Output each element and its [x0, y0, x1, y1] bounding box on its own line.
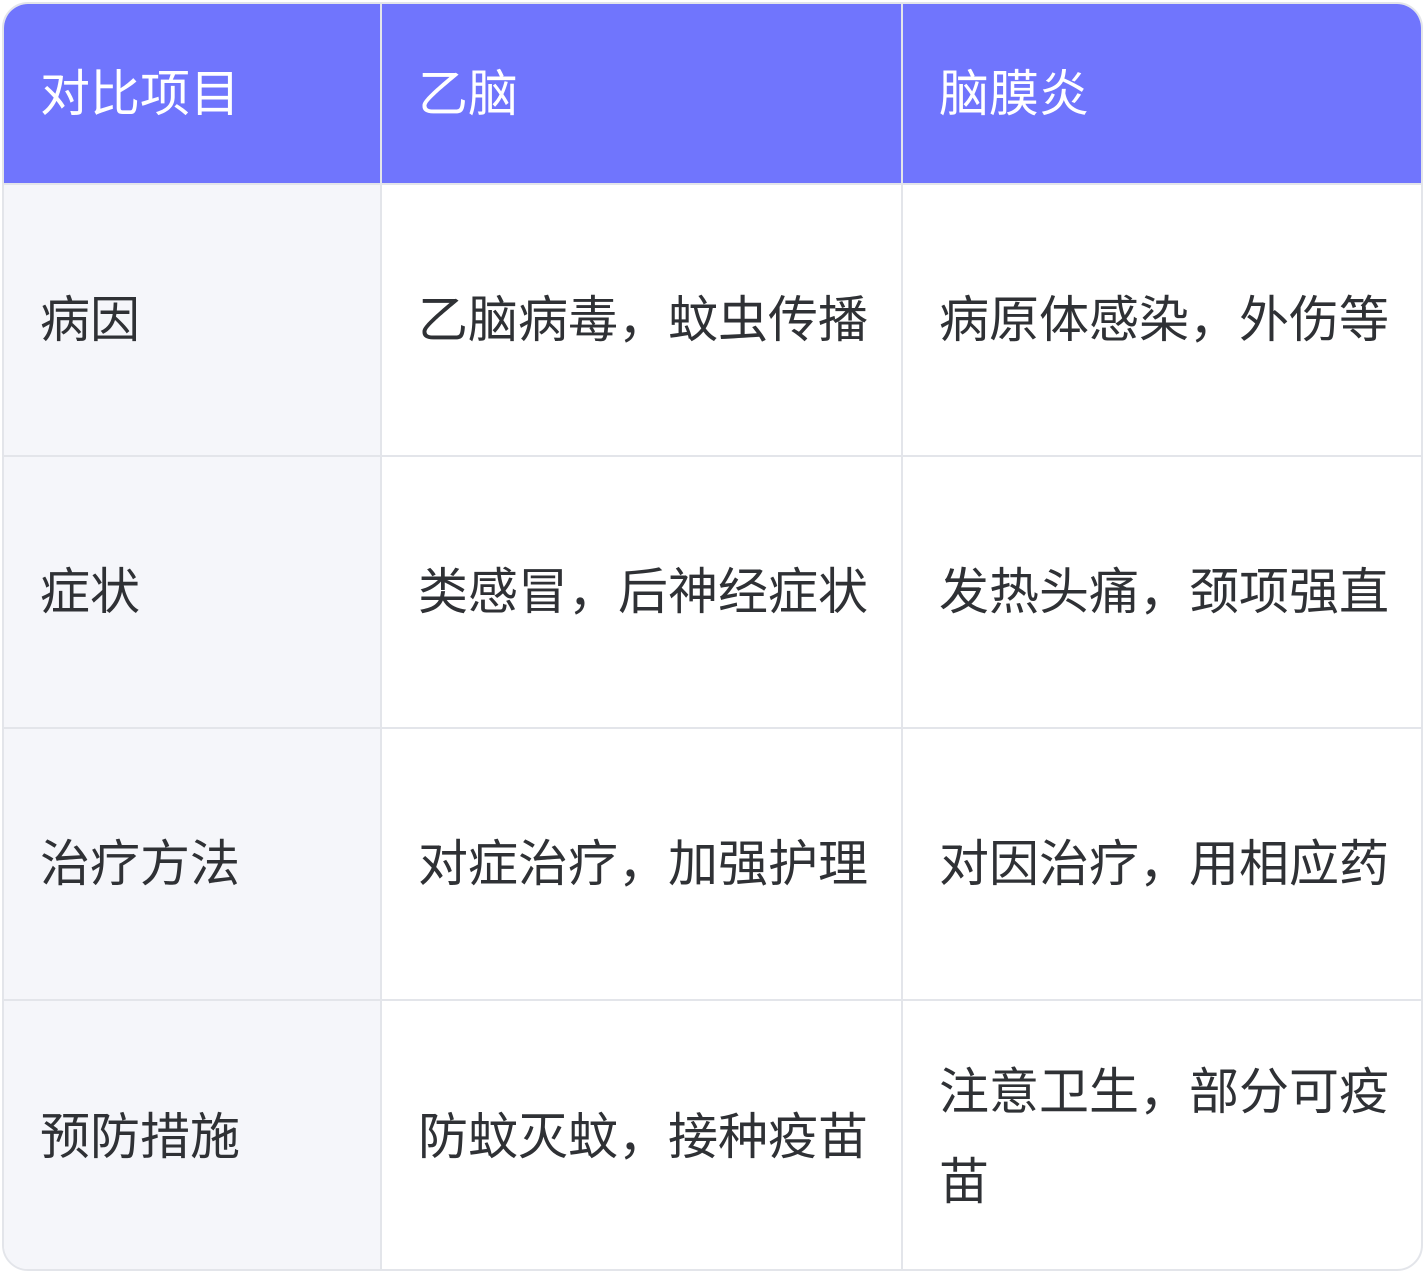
cell-meningitis-symptoms: 发热头痛，颈项强直 — [902, 455, 1421, 728]
cell-meningitis-cause: 病原体感染，外伤等 — [902, 183, 1421, 456]
header-japanese-encephalitis: 乙脑 — [381, 4, 903, 184]
comparison-table-container: 对比项目 乙脑 脑膜炎 病因 乙脑病毒，蚊虫传播 病原体感染，外伤等 症状 类感… — [2, 2, 1423, 1271]
row-label-prevention: 预防措施 — [4, 999, 382, 1269]
table-row: 症状 类感冒，后神经症状 发热头痛，颈项强直 — [4, 455, 1421, 728]
cell-je-cause: 乙脑病毒，蚊虫传播 — [381, 183, 903, 456]
cell-je-symptoms: 类感冒，后神经症状 — [381, 455, 903, 728]
cell-je-prevention: 防蚊灭蚊，接种疫苗 — [381, 999, 903, 1269]
header-meningitis: 脑膜炎 — [902, 4, 1421, 184]
table-header: 对比项目 乙脑 脑膜炎 — [4, 4, 1421, 184]
row-label-cause: 病因 — [4, 183, 382, 456]
table-row: 预防措施 防蚊灭蚊，接种疫苗 注意卫生，部分可疫苗 — [4, 999, 1421, 1269]
row-label-treatment: 治疗方法 — [4, 727, 382, 1000]
table-row: 治疗方法 对症治疗，加强护理 对因治疗，用相应药 — [4, 727, 1421, 1000]
row-label-symptoms: 症状 — [4, 455, 382, 728]
cell-meningitis-treatment: 对因治疗，用相应药 — [902, 727, 1421, 1000]
header-compare-item: 对比项目 — [4, 4, 382, 184]
cell-je-treatment: 对症治疗，加强护理 — [381, 727, 903, 1000]
comparison-table: 对比项目 乙脑 脑膜炎 病因 乙脑病毒，蚊虫传播 病原体感染，外伤等 症状 类感… — [4, 4, 1421, 1269]
header-row: 对比项目 乙脑 脑膜炎 — [4, 4, 1421, 184]
cell-meningitis-prevention: 注意卫生，部分可疫苗 — [902, 999, 1421, 1269]
table-body: 病因 乙脑病毒，蚊虫传播 病原体感染，外伤等 症状 类感冒，后神经症状 发热头痛… — [4, 183, 1421, 1269]
table-row: 病因 乙脑病毒，蚊虫传播 病原体感染，外伤等 — [4, 183, 1421, 456]
